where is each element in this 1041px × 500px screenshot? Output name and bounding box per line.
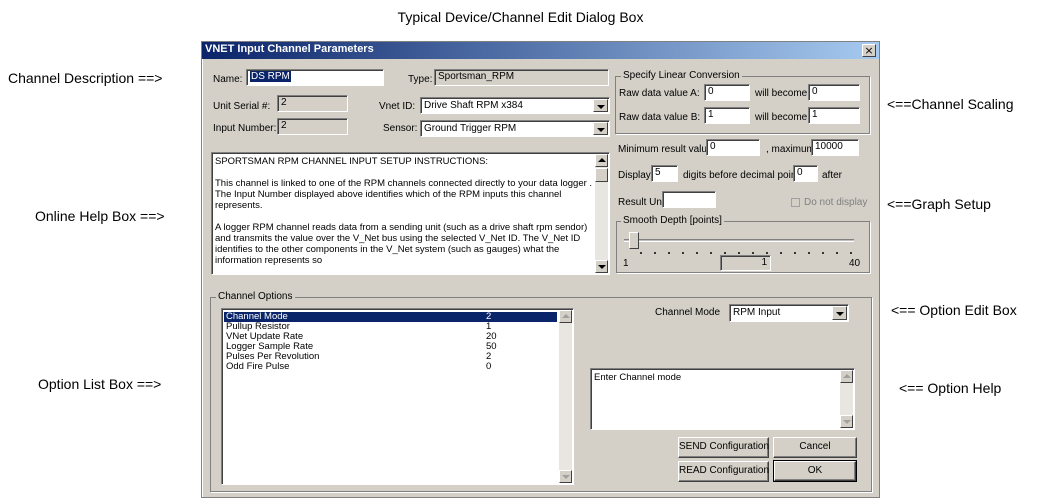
raw-a-input[interactable]: 0: [704, 84, 750, 101]
raw-b-becomes-input[interactable]: 1: [808, 107, 860, 124]
cancel-button[interactable]: Cancel: [773, 437, 857, 458]
result-unit-input[interactable]: [662, 191, 716, 208]
option-help-text: Enter Channel mode: [594, 372, 682, 383]
callout-online-help-box: Online Help Box ==>: [35, 208, 165, 224]
scroll-down-icon[interactable]: [559, 470, 572, 483]
option-name: Odd Fire Pulse: [226, 361, 290, 372]
vnet-id-label: Vnet ID:: [379, 101, 416, 112]
option-edit-label: Channel Mode: [655, 307, 721, 318]
input-number-field: 2: [277, 118, 348, 135]
scroll-up-icon[interactable]: [840, 370, 853, 383]
name-label: Name:: [213, 74, 243, 85]
figure-title: Typical Device/Channel Edit Dialog Box: [397, 9, 644, 25]
display-digits-input[interactable]: 5: [651, 165, 678, 182]
sensor-label: Sensor:: [383, 123, 418, 134]
raw-a-becomes-input[interactable]: 0: [808, 84, 860, 101]
callout-channel-description: Channel Description ==>: [8, 70, 163, 86]
type-field: Sportsman_RPM: [434, 69, 609, 86]
scroll-down-icon[interactable]: [595, 260, 608, 273]
callout-graph-setup: <==Graph Setup: [887, 196, 991, 212]
vnet-id-select[interactable]: Drive Shaft RPM x384: [420, 97, 610, 114]
sensor-select[interactable]: Ground Trigger RPM: [420, 120, 610, 137]
channel-parameters-dialog: VNET Input Channel Parameters × Name: DS…: [201, 41, 880, 498]
callout-option-edit-box: <== Option Edit Box: [891, 302, 1017, 318]
online-help-scrollbar[interactable]: [595, 154, 608, 273]
do-not-display-label: Do not display: [804, 197, 868, 208]
raw-b-becomes-label: will become: [755, 112, 808, 123]
min-result-input[interactable]: 0: [706, 139, 760, 156]
name-input[interactable]: DS RPM: [246, 69, 384, 86]
smooth-depth-title: Smooth Depth [points]: [621, 215, 724, 227]
smooth-slider-track[interactable]: [624, 239, 854, 242]
chevron-down-icon[interactable]: [593, 122, 608, 135]
unit-serial-field: 2: [277, 95, 348, 112]
option-edit-select[interactable]: RPM Input: [729, 304, 849, 322]
callout-option-help: <== Option Help: [899, 380, 1002, 396]
digits-after-input[interactable]: 0: [793, 165, 818, 182]
unit-serial-label: Unit Serial #:: [213, 101, 271, 112]
do-not-display-checkbox[interactable]: [791, 198, 800, 207]
option-value: 0: [486, 361, 492, 372]
dialog-title: VNET Input Channel Parameters: [205, 43, 374, 55]
max-result-label: , maximum:: [766, 144, 818, 155]
scroll-down-icon[interactable]: [840, 415, 853, 428]
raw-a-becomes-label: will become: [755, 88, 808, 99]
smooth-slider-thumb[interactable]: [629, 232, 639, 249]
callout-channel-scaling: <==Channel Scaling: [887, 96, 1014, 112]
sensor-value: Ground Trigger RPM: [424, 123, 517, 134]
type-label: Type:: [408, 74, 433, 85]
vnet-id-value: Drive Shaft RPM x384: [424, 100, 523, 111]
smooth-max-label: 40: [849, 258, 861, 269]
raw-b-label: Raw data value B:: [619, 112, 701, 123]
ok-button[interactable]: OK: [773, 460, 857, 482]
chevron-down-icon[interactable]: [593, 99, 608, 112]
name-value: DS RPM: [250, 71, 291, 82]
raw-b-input[interactable]: 1: [704, 107, 750, 124]
scroll-up-icon[interactable]: [595, 154, 608, 167]
display-label: Display:: [618, 170, 654, 181]
digits-before-label: digits before decimal point,: [683, 170, 802, 181]
close-icon[interactable]: ×: [862, 44, 876, 57]
online-help-box[interactable]: SPORTSMAN RPM CHANNEL INPUT SETUP INSTRU…: [211, 152, 610, 275]
option-edit-value: RPM Input: [733, 307, 781, 318]
callout-option-list-box: Option List Box ==>: [38, 376, 162, 392]
online-help-text: SPORTSMAN RPM CHANNEL INPUT SETUP INSTRU…: [215, 156, 593, 266]
linear-conversion-title: Specify Linear Conversion: [621, 70, 742, 82]
min-result-label: Minimum result value:: [618, 144, 716, 155]
chevron-down-icon[interactable]: [832, 306, 847, 320]
scroll-thumb[interactable]: [595, 168, 608, 182]
option-list-item[interactable]: Odd Fire Pulse 0: [224, 362, 557, 372]
scroll-up-icon[interactable]: [559, 310, 572, 323]
dialog-titlebar[interactable]: VNET Input Channel Parameters ×: [202, 42, 879, 59]
smooth-min-label: 1: [623, 258, 629, 269]
smooth-slider-ticks: [634, 252, 854, 254]
read-configuration-button[interactable]: READ Configuration: [678, 461, 769, 482]
option-help-scrollbar[interactable]: [840, 370, 853, 428]
channel-options-title: Channel Options: [216, 291, 295, 303]
raw-a-label: Raw data value A:: [619, 88, 700, 99]
after-label: after: [822, 170, 843, 181]
input-number-label: Input Number:: [213, 123, 277, 134]
option-list-box[interactable]: Channel Mode 2 Pullup Resistor 1 VNet Update…: [221, 308, 574, 485]
smooth-value-field: 1: [720, 255, 771, 271]
max-result-input[interactable]: 10000: [811, 139, 859, 156]
send-configuration-button[interactable]: SEND Configuration: [678, 437, 769, 458]
option-list-scrollbar[interactable]: [559, 310, 572, 483]
option-help-box[interactable]: Enter Channel mode: [590, 368, 855, 430]
